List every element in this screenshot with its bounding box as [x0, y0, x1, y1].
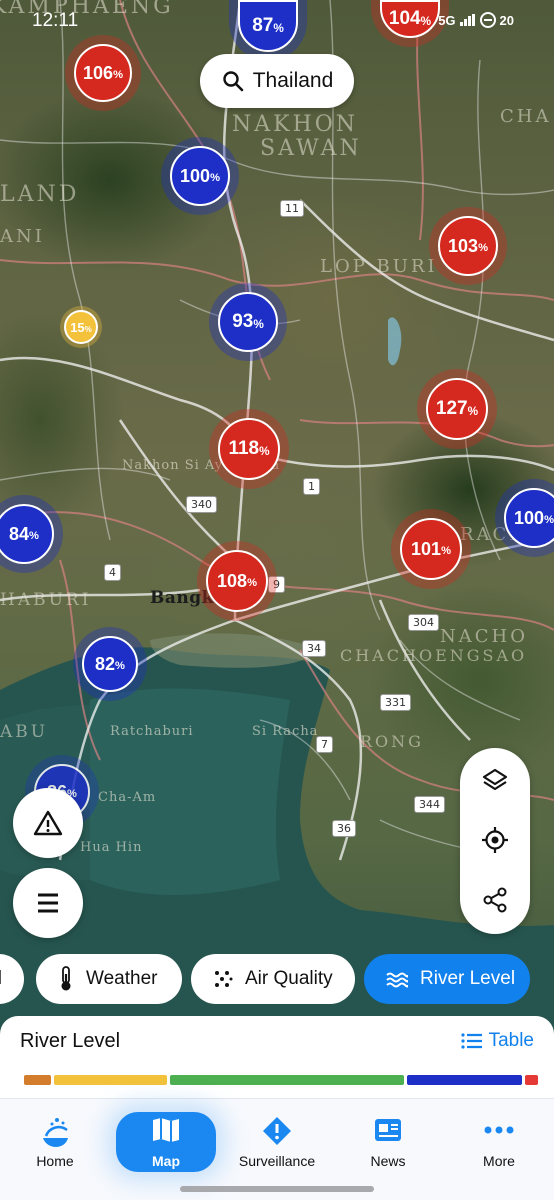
layer-chip-river-level[interactable]: River Level	[364, 954, 530, 1004]
nav-label: More	[483, 1153, 515, 1169]
road-number: 331	[380, 694, 411, 711]
place-label: Si Racha	[252, 724, 319, 739]
road-number: 1	[303, 478, 320, 495]
river-marker[interactable]: 100%	[170, 146, 230, 206]
nav-surveillance[interactable]: Surveillance	[222, 1098, 332, 1178]
table-view-button[interactable]: Table	[460, 1030, 534, 1052]
legend-segment-red	[525, 1075, 538, 1085]
place-label: RONG	[360, 732, 424, 751]
layers-button[interactable]	[477, 762, 513, 798]
place-label: CHACHOENGSAO	[340, 646, 528, 665]
menu-icon	[38, 893, 58, 913]
road-number: 11	[280, 200, 304, 217]
road-number: 34	[302, 640, 326, 657]
place-label: ANI	[0, 226, 45, 247]
thermometer-icon	[61, 966, 71, 991]
place-label: NACHO	[440, 626, 528, 647]
legend-segment-blue	[407, 1075, 522, 1085]
status-time: 12:11	[32, 10, 79, 31]
nav-news[interactable]: News	[333, 1098, 443, 1178]
layer-chip-air-quality[interactable]: Air Quality	[191, 954, 355, 1004]
river-marker[interactable]: 15%	[64, 310, 98, 344]
app-screen: KAMPHAENG NAKHON SAWAN LOP BURI Nakhon S…	[0, 0, 554, 1200]
river-marker[interactable]: 106%	[74, 44, 132, 102]
share-icon	[483, 887, 507, 913]
network-type: 5G	[438, 12, 456, 28]
home-indicator	[180, 1186, 374, 1192]
legend-segment-yellow	[54, 1075, 167, 1085]
locate-icon	[482, 827, 508, 853]
battery-level: 20	[499, 12, 514, 28]
chip-label: River Level	[420, 968, 516, 989]
place-label: ABU	[0, 722, 49, 742]
warning-icon	[33, 810, 63, 836]
legend-segment-orange	[24, 1075, 51, 1085]
share-button[interactable]	[477, 882, 513, 918]
chip-label: Air Quality	[245, 968, 333, 989]
road-number: 344	[414, 796, 445, 813]
place-label: Hua Hin	[80, 840, 143, 855]
river-marker[interactable]: 118%	[218, 418, 280, 480]
road-number: 4	[104, 564, 121, 581]
road-number: 7	[316, 736, 333, 753]
layers-icon	[482, 768, 508, 791]
map-icon	[153, 1118, 179, 1142]
status-bar: 12:11 5G 20	[0, 0, 554, 44]
road-number: 9	[268, 576, 285, 593]
nav-map[interactable]: Map	[111, 1098, 221, 1178]
place-label: Cha-Am	[98, 790, 157, 805]
river-marker[interactable]: 127%	[426, 378, 488, 440]
battery-icon	[479, 12, 496, 28]
road-number: 304	[408, 614, 439, 631]
place-label: HABURI	[0, 590, 92, 610]
signal-icon	[459, 14, 475, 26]
search-icon	[223, 71, 244, 92]
nav-label: Map	[152, 1153, 180, 1169]
alert-diamond-icon	[263, 1117, 291, 1145]
place-label: SAWAN	[260, 136, 362, 161]
location-search-button[interactable]: Thailand	[200, 54, 354, 108]
nav-label: Home	[36, 1153, 74, 1169]
river-marker[interactable]: 82%	[82, 636, 138, 692]
layer-chip-weather[interactable]: Weather	[36, 954, 182, 1004]
river-marker[interactable]: 101%	[400, 518, 462, 580]
road-number: 36	[332, 820, 356, 837]
home-icon	[43, 1118, 68, 1147]
more-icon	[484, 1126, 514, 1134]
status-indicators: 5G 20	[438, 12, 514, 28]
river-marker[interactable]: 108%	[206, 550, 268, 612]
legend-title: River Level	[20, 1030, 121, 1052]
nav-home[interactable]: Home	[0, 1098, 110, 1178]
chip-label: Weather	[86, 968, 158, 989]
place-label: LAND	[0, 182, 80, 207]
place-label: Ratchaburi	[110, 724, 194, 739]
news-icon	[375, 1119, 401, 1141]
dots-icon	[215, 971, 233, 987]
table-label: Table	[488, 1030, 534, 1051]
place-label: NAKHON	[232, 112, 359, 137]
legend-sheet: River Level Table	[0, 1016, 554, 1100]
nav-label: Surveillance	[238, 1153, 316, 1169]
list-icon	[460, 1033, 482, 1049]
waves-icon	[386, 972, 408, 988]
road-number: 340	[186, 496, 217, 513]
river-marker[interactable]: 103%	[438, 216, 498, 276]
warning-button[interactable]	[13, 788, 83, 858]
chip-label: l	[0, 968, 2, 990]
nav-label: News	[370, 1153, 406, 1169]
place-label: CHA	[500, 106, 552, 127]
map-control-panel	[460, 748, 530, 934]
place-label: LOP BURI	[320, 256, 438, 277]
legend-segment-green	[170, 1075, 404, 1085]
river-marker[interactable]: 93%	[218, 292, 278, 352]
menu-button[interactable]	[13, 868, 83, 938]
search-label: Thailand	[252, 69, 334, 92]
locate-button[interactable]	[477, 822, 513, 858]
nav-more[interactable]: More	[444, 1098, 554, 1178]
